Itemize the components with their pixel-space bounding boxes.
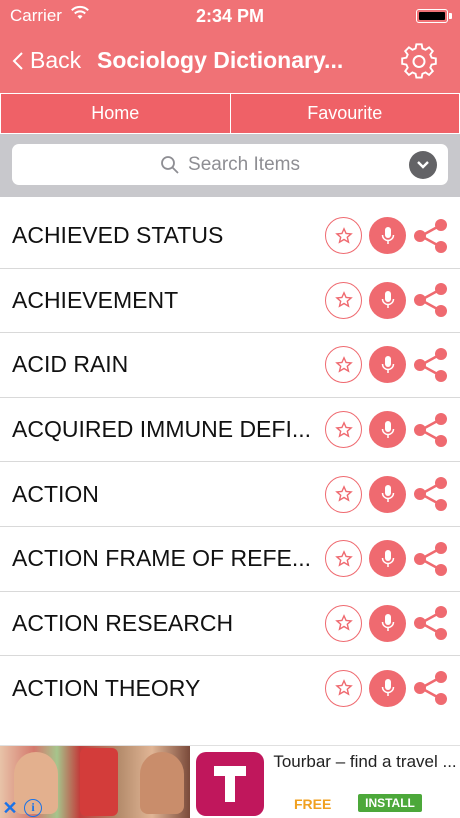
term-label: ACQUIRED IMMUNE DEFI... bbox=[12, 416, 312, 443]
star-icon[interactable] bbox=[325, 604, 362, 642]
share-icon[interactable] bbox=[412, 346, 450, 384]
back-button[interactable]: Back bbox=[12, 47, 81, 74]
list-item[interactable]: ACID RAIN bbox=[0, 333, 460, 398]
list-item[interactable]: ACHIEVEMENT bbox=[0, 269, 460, 334]
mic-icon[interactable] bbox=[369, 281, 406, 319]
term-label: ACTION THEORY bbox=[12, 674, 201, 701]
share-icon[interactable] bbox=[412, 669, 450, 707]
star-icon[interactable] bbox=[325, 540, 362, 578]
list-item[interactable]: ACHIEVED STATUS bbox=[0, 204, 460, 269]
star-icon[interactable] bbox=[325, 281, 362, 319]
mic-icon[interactable] bbox=[369, 217, 406, 255]
mic-icon[interactable] bbox=[369, 669, 406, 707]
list-item[interactable]: ACTION FRAME OF REFE... bbox=[0, 527, 460, 592]
mic-icon[interactable] bbox=[369, 475, 406, 513]
share-icon[interactable] bbox=[412, 411, 450, 449]
star-icon[interactable] bbox=[325, 411, 362, 449]
share-icon[interactable] bbox=[412, 217, 450, 255]
page-title: Sociology Dictionary... bbox=[97, 47, 344, 73]
list-item[interactable]: ACQUIRED IMMUNE DEFI... bbox=[0, 398, 460, 463]
ad-banner[interactable]: Tourbar – find a travel ... FREE INSTALL… bbox=[0, 745, 460, 818]
search-bar: Search Items bbox=[0, 134, 460, 197]
ad-install-button[interactable]: INSTALL bbox=[358, 794, 422, 812]
mic-icon[interactable] bbox=[369, 346, 406, 384]
term-label: ACTION FRAME OF REFE... bbox=[12, 545, 312, 572]
term-label: ACHIEVED STATUS bbox=[12, 222, 224, 249]
star-icon[interactable] bbox=[325, 346, 362, 384]
tab-bar: Home Favourite bbox=[0, 93, 460, 134]
list-item[interactable]: ACTION bbox=[0, 462, 460, 527]
search-input[interactable]: Search Items bbox=[12, 144, 448, 185]
battery-icon bbox=[416, 9, 452, 23]
star-icon[interactable] bbox=[325, 217, 362, 255]
term-label: ACID RAIN bbox=[12, 351, 129, 378]
close-icon[interactable]: ✕ bbox=[0, 798, 20, 818]
share-icon[interactable] bbox=[412, 540, 450, 578]
navigation-bar: Back Sociology Dictionary... bbox=[0, 32, 460, 93]
clock: 2:34 PM bbox=[195, 6, 265, 26]
ad-title: Tourbar – find a travel ... bbox=[273, 752, 457, 771]
ad-price-label: FREE bbox=[294, 796, 332, 812]
tab-favourite[interactable]: Favourite bbox=[230, 93, 460, 134]
share-icon[interactable] bbox=[412, 281, 450, 319]
top-bar: Carrier 2:34 PM Back Sociology Dictionar… bbox=[0, 0, 460, 93]
term-label: ACTION RESEARCH bbox=[12, 609, 234, 636]
star-icon[interactable] bbox=[325, 669, 362, 707]
term-label: ACHIEVEMENT bbox=[12, 286, 179, 313]
mic-icon[interactable] bbox=[369, 411, 406, 449]
chevron-left-icon bbox=[12, 51, 23, 70]
term-list: ACHIEVED STATUS ACHIEVEMENT ACID RAIN AC… bbox=[0, 197, 460, 745]
chevron-down-icon[interactable] bbox=[409, 151, 437, 179]
tab-home[interactable]: Home bbox=[0, 93, 231, 134]
info-icon[interactable]: i bbox=[24, 799, 42, 817]
search-icon bbox=[161, 155, 179, 174]
search-placeholder: Search Items bbox=[188, 153, 300, 175]
ad-app-logo bbox=[196, 752, 264, 816]
share-icon[interactable] bbox=[412, 475, 450, 513]
gear-icon[interactable] bbox=[400, 42, 438, 80]
back-label: Back bbox=[30, 47, 82, 73]
list-item[interactable]: ACTION RESEARCH bbox=[0, 592, 460, 657]
mic-icon[interactable] bbox=[369, 604, 406, 642]
term-label: ACTION bbox=[12, 480, 99, 507]
list-item[interactable]: ACTION THEORY bbox=[0, 656, 460, 721]
status-bar: Carrier 2:34 PM bbox=[0, 0, 460, 32]
mic-icon[interactable] bbox=[369, 540, 406, 578]
star-icon[interactable] bbox=[325, 475, 362, 513]
share-icon[interactable] bbox=[412, 604, 450, 642]
